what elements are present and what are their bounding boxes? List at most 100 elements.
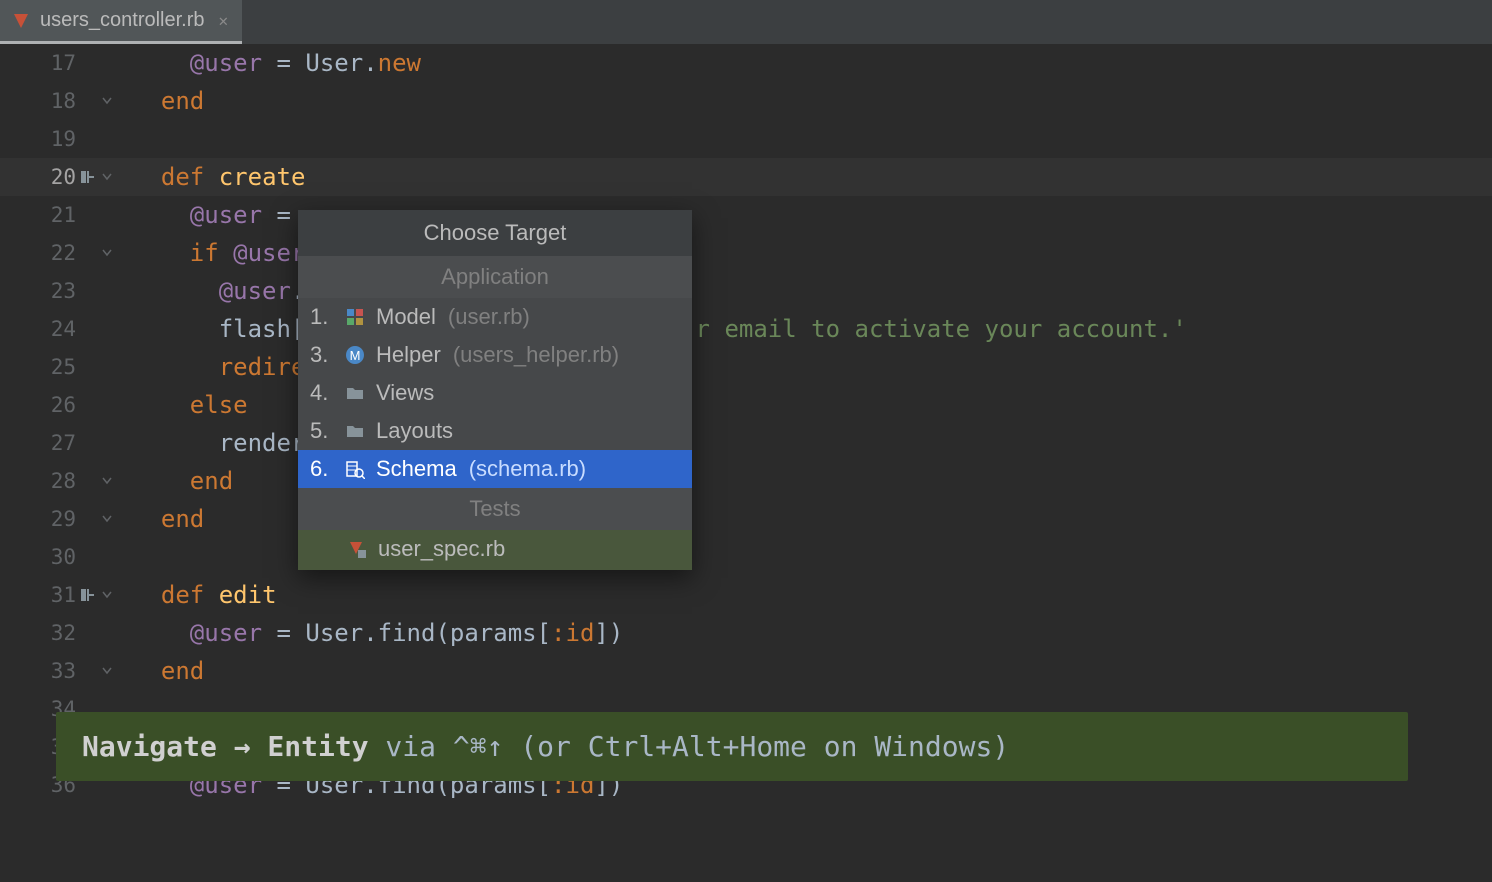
code-text[interactable]: render: [124, 424, 305, 462]
code-editor[interactable]: 17 @user = User.new18 end1920 def create…: [0, 44, 1492, 804]
line-number: 28: [36, 462, 76, 500]
ruby-file-icon: [10, 10, 32, 32]
code-text[interactable]: else: [124, 386, 248, 424]
popup-item-label: Model: [376, 304, 436, 330]
code-line[interactable]: 31 def edit: [0, 576, 1492, 614]
fold-icon[interactable]: [98, 247, 116, 259]
schema-icon: [344, 458, 366, 480]
fold-icon[interactable]: [98, 589, 116, 601]
model-icon: [344, 306, 366, 328]
gutter: 32: [0, 614, 124, 652]
popup-item-number: 3.: [310, 342, 334, 368]
code-text[interactable]: @user =: [124, 196, 291, 234]
line-number: 21: [36, 196, 76, 234]
line-number: 27: [36, 424, 76, 462]
fold-icon[interactable]: [98, 95, 116, 107]
line-number: 17: [36, 44, 76, 82]
popup-item-views[interactable]: 4.Views: [298, 374, 692, 412]
gutter: 23: [0, 272, 124, 310]
svg-text:M: M: [350, 348, 361, 363]
tip-shortcut: ^⌘↑: [453, 730, 504, 763]
code-text[interactable]: def edit: [124, 576, 277, 614]
gutter: 21: [0, 196, 124, 234]
code-line[interactable]: 33 end: [0, 652, 1492, 690]
popup-title: Choose Target: [298, 210, 692, 256]
tip-suffix: (or Ctrl+Alt+Home on Windows): [503, 730, 1009, 763]
line-number: 30: [36, 538, 76, 576]
code-text[interactable]: redire: [124, 348, 305, 386]
gutter: 18: [0, 82, 124, 120]
code-line[interactable]: 27 render: [0, 424, 1492, 462]
gutter: 22: [0, 234, 124, 272]
popup-item-hint: (user.rb): [448, 304, 530, 330]
popup-item-number: 6.: [310, 456, 334, 482]
popup-item-number: 5.: [310, 418, 334, 444]
code-text[interactable]: end: [124, 652, 204, 690]
popup-item-layouts[interactable]: 5. Layouts: [298, 412, 692, 450]
popup-item-label: Layouts: [376, 418, 453, 444]
code-line[interactable]: 20 def create: [0, 158, 1492, 196]
code-line[interactable]: 26 else: [0, 386, 1492, 424]
code-line[interactable]: 23 @user.: [0, 272, 1492, 310]
code-line[interactable]: 30: [0, 538, 1492, 576]
tip-mid: via: [369, 730, 453, 763]
gutter: 31: [0, 576, 124, 614]
code-line[interactable]: 18 end: [0, 82, 1492, 120]
fold-icon[interactable]: [98, 513, 116, 525]
gutter: 30: [0, 538, 124, 576]
code-line[interactable]: 28 end: [0, 462, 1492, 500]
popup-item-number: 4.: [310, 380, 334, 406]
code-text[interactable]: def create: [124, 158, 305, 196]
code-text[interactable]: if @user.: [124, 234, 320, 272]
choose-target-popup: Choose Target Application 1.Model (user.…: [298, 210, 692, 570]
tip-banner: Navigate → Entity via ^⌘↑ (or Ctrl+Alt+H…: [56, 712, 1408, 781]
line-number: 22: [36, 234, 76, 272]
popup-item-number: 1.: [310, 304, 334, 330]
popup-section-tests: Tests: [298, 488, 692, 530]
popup-item-helper[interactable]: 3. M Helper (users_helper.rb): [298, 336, 692, 374]
gutter: 33: [0, 652, 124, 690]
fold-icon[interactable]: [98, 665, 116, 677]
line-number: 18: [36, 82, 76, 120]
code-text[interactable]: end: [124, 500, 204, 538]
line-number: 20: [36, 158, 76, 196]
code-text[interactable]: @user = User.find(params[:id]): [124, 614, 623, 652]
popup-item-label: Schema: [376, 456, 457, 482]
code-line[interactable]: 17 @user = User.new: [0, 44, 1492, 82]
code-text[interactable]: @user.: [124, 272, 305, 310]
helper-icon: M: [344, 344, 366, 366]
file-tab[interactable]: users_controller.rb ✕: [0, 0, 242, 44]
popup-test-item[interactable]: user_spec.rb: [298, 530, 692, 570]
gutter: 27: [0, 424, 124, 462]
popup-item-model[interactable]: 1. Model (user.rb): [298, 298, 692, 336]
popup-item-label: Helper: [376, 342, 441, 368]
gutter: 19: [0, 120, 124, 158]
code-text[interactable]: end: [124, 82, 204, 120]
code-line[interactable]: 22 if @user.: [0, 234, 1492, 272]
line-number: 25: [36, 348, 76, 386]
code-line[interactable]: 25 redire: [0, 348, 1492, 386]
gutter: 24: [0, 310, 124, 348]
line-number: 29: [36, 500, 76, 538]
method-marker-icon: [76, 587, 98, 603]
code-line[interactable]: 24 flash[ r email to activate your accou…: [0, 310, 1492, 348]
line-number: 31: [36, 576, 76, 614]
code-text[interactable]: @user = User.new: [124, 44, 421, 82]
tab-filename: users_controller.rb: [40, 9, 205, 32]
code-line[interactable]: 19: [0, 120, 1492, 158]
code-line[interactable]: 21 @user =: [0, 196, 1492, 234]
gutter: 25: [0, 348, 124, 386]
line-number: 33: [36, 652, 76, 690]
gutter: 28: [0, 462, 124, 500]
fold-icon[interactable]: [98, 475, 116, 487]
line-number: 19: [36, 120, 76, 158]
code-text[interactable]: end: [124, 462, 233, 500]
code-line[interactable]: 29 end: [0, 500, 1492, 538]
popup-item-hint: (users_helper.rb): [453, 342, 619, 368]
code-line[interactable]: 32 @user = User.find(params[:id]): [0, 614, 1492, 652]
fold-icon[interactable]: [98, 171, 116, 183]
line-number: 24: [36, 310, 76, 348]
popup-item-schema[interactable]: 6.Schema (schema.rb): [298, 450, 692, 488]
tip-prefix: Navigate → Entity: [82, 730, 369, 763]
close-icon[interactable]: ✕: [219, 11, 229, 30]
